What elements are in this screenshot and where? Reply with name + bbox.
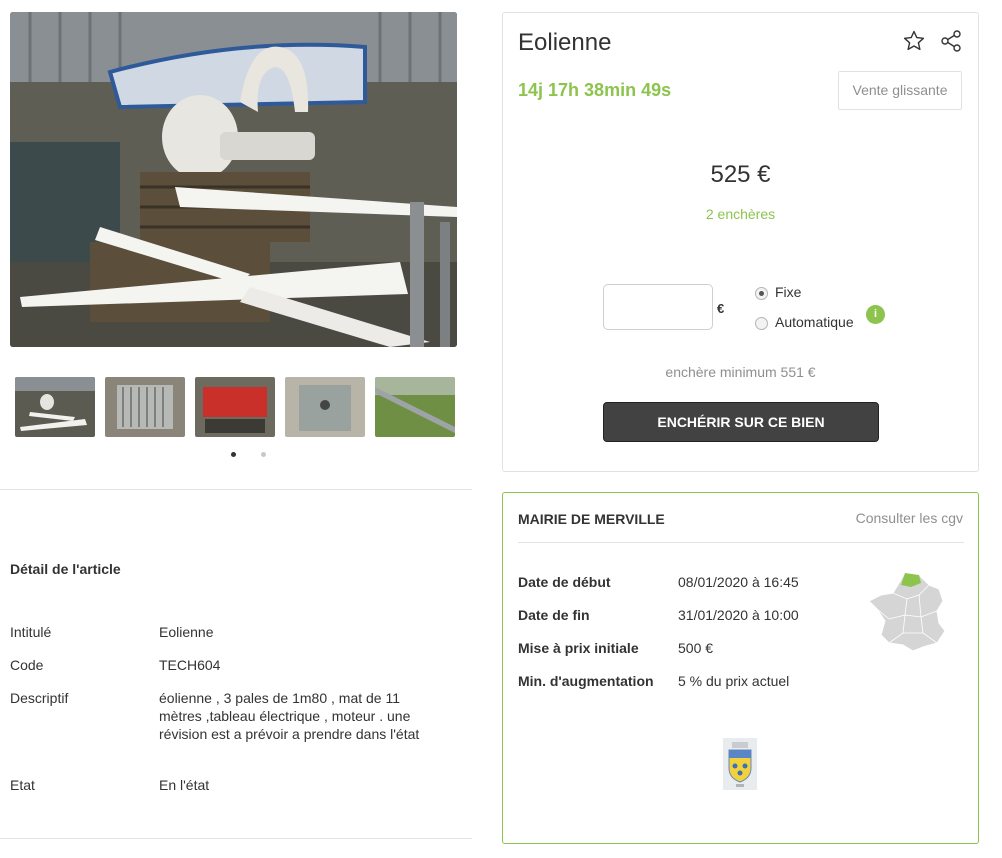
mode-automatique-radio[interactable] <box>755 317 768 330</box>
info-icon[interactable]: i <box>866 305 885 324</box>
main-product-photo[interactable] <box>10 12 457 347</box>
detail-value: TECH604 <box>159 657 221 673</box>
mode-fixe-label[interactable]: Fixe <box>775 284 801 300</box>
details-title: Détail de l'article <box>10 561 121 577</box>
seller-row-value: 31/01/2020 à 10:00 <box>678 607 799 623</box>
item-title: Eolienne <box>518 29 612 56</box>
thumbnail-strip <box>15 377 455 437</box>
countdown-timer: 14j 17h 38min 49s <box>518 80 672 100</box>
thumbnail-4[interactable] <box>285 377 365 437</box>
detail-label: Etat <box>10 777 35 793</box>
seller-row-label: Mise à prix initiale <box>518 640 639 656</box>
current-price: 525 € <box>710 161 771 188</box>
carousel-dot-1[interactable] <box>231 452 236 457</box>
mode-automatique-label[interactable]: Automatique <box>775 314 854 330</box>
thumbnail-3[interactable] <box>195 377 275 437</box>
star-icon[interactable] <box>902 29 926 53</box>
detail-value: éolienne , 3 pales de 1m80 , mat de 11 m… <box>159 690 420 742</box>
divider <box>0 838 472 839</box>
seller-row-value: 5 % du prix actuel <box>678 673 790 689</box>
divider <box>518 542 964 543</box>
mode-fixe-radio[interactable] <box>755 287 768 300</box>
carousel-dots <box>226 452 276 460</box>
seller-card: MAIRIE DE MERVILLE Consulter les cgv Dat… <box>502 492 979 844</box>
carousel-dot-2[interactable] <box>261 452 266 457</box>
place-bid-button[interactable]: ENCHÉRIR SUR CE BIEN <box>603 402 879 442</box>
seller-row-label: Date de début <box>518 574 611 590</box>
detail-label: Descriptif <box>10 690 69 706</box>
cgv-link[interactable]: Consulter les cgv <box>856 510 963 526</box>
minimum-bid-text: enchère minimum 551 € <box>665 364 816 380</box>
thumbnail-2[interactable] <box>105 377 185 437</box>
sale-type-badge: Vente glissante <box>838 71 962 110</box>
seller-row-value: 500 € <box>678 640 714 656</box>
detail-label: Intitulé <box>10 624 52 640</box>
detail-value: En l'état <box>159 777 210 793</box>
seller-row-value: 08/01/2020 à 16:45 <box>678 574 799 590</box>
seller-row-label: Min. d'augmentation <box>518 673 654 689</box>
share-icon[interactable] <box>940 29 962 53</box>
france-map-icon <box>867 571 949 653</box>
seller-row-label: Date de fin <box>518 607 590 623</box>
currency-symbol: € <box>717 301 725 316</box>
detail-label: Code <box>10 657 44 673</box>
bid-amount-input[interactable] <box>603 284 713 330</box>
thumbnail-5[interactable] <box>375 377 455 437</box>
thumbnail-1[interactable] <box>15 377 95 437</box>
auction-card: Eolienne 14j 17h 38min 49s Vente glissan… <box>502 12 979 472</box>
merville-coat-of-arms-logo <box>723 738 757 790</box>
seller-name: MAIRIE DE MERVILLE <box>518 511 665 527</box>
bid-count-link[interactable]: 2 enchères <box>503 206 978 222</box>
detail-value: Eolienne <box>159 624 214 640</box>
divider <box>0 489 472 490</box>
